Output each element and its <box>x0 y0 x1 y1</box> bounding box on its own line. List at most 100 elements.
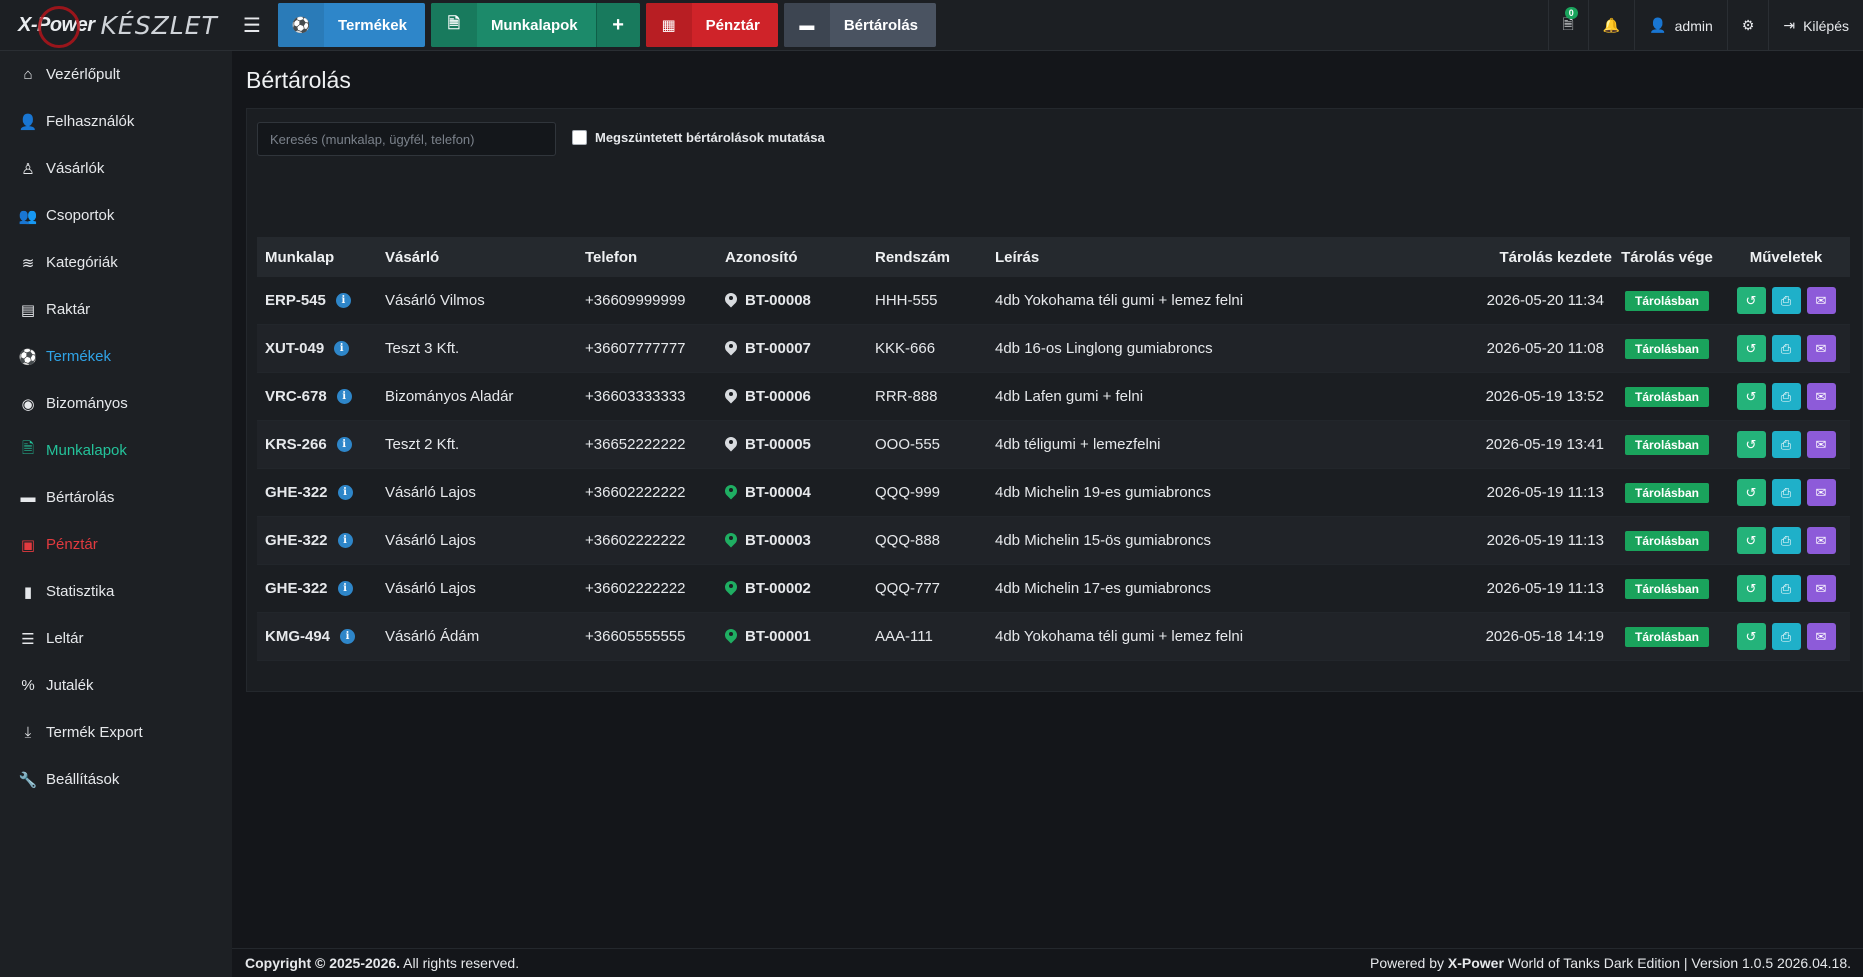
col-leiras[interactable]: Leírás <box>987 249 1457 266</box>
info-icon[interactable]: i <box>337 581 353 596</box>
sidebar-item-label: Raktár <box>46 301 91 318</box>
restore-button[interactable]: ↺ <box>1736 335 1766 362</box>
sidebar-item-6[interactable]: ⚽ Termékek <box>0 333 232 380</box>
location-pin-icon[interactable] <box>725 581 737 597</box>
info-icon[interactable]: i <box>336 437 352 452</box>
info-icon[interactable]: i <box>337 533 353 548</box>
munkalap-cell[interactable]: GHE-322 i <box>257 484 377 501</box>
email-button[interactable]: ✉ <box>1806 335 1836 362</box>
email-button[interactable]: ✉ <box>1806 527 1836 554</box>
munkalap-id[interactable]: GHE-322 <box>265 532 328 549</box>
location-pin-icon[interactable] <box>725 341 737 357</box>
restore-button[interactable]: ↺ <box>1736 383 1766 410</box>
location-pin-icon[interactable] <box>725 485 737 501</box>
info-icon[interactable]: i <box>335 293 351 308</box>
nav-bertarolas-button[interactable]: ▬ Bértárolás <box>783 3 937 47</box>
sidebar-item-3[interactable]: 👥 Csoportok <box>0 192 232 239</box>
col-telefon[interactable]: Telefon <box>577 249 717 266</box>
sidebar-item-4[interactable]: ≋ Kategóriák <box>0 239 232 286</box>
col-azonosito[interactable]: Azonosító <box>717 249 867 266</box>
print-button[interactable]: ⎙ <box>1771 575 1801 602</box>
sidebar-item-5[interactable]: ▤ Raktár <box>0 286 232 333</box>
info-icon[interactable]: i <box>334 341 350 356</box>
print-button[interactable]: ⎙ <box>1771 383 1801 410</box>
settings-button[interactable]: ⚙ <box>1726 0 1769 51</box>
email-button[interactable]: ✉ <box>1806 431 1836 458</box>
location-pin-icon[interactable] <box>725 389 737 405</box>
nav-termekek-button[interactable]: ⚽ Termékek <box>278 3 425 47</box>
vasarlo-cell: Teszt 3 Kft. <box>385 340 460 357</box>
info-icon[interactable]: i <box>337 485 353 500</box>
location-pin-icon[interactable] <box>725 293 737 309</box>
info-icon[interactable]: i <box>340 629 356 644</box>
email-button[interactable]: ✉ <box>1806 287 1836 314</box>
print-button[interactable]: ⎙ <box>1771 479 1801 506</box>
sidebar-item-9[interactable]: ▬ Bértárolás <box>0 474 232 521</box>
sidebar-item-14[interactable]: ⤓ Termék Export <box>0 709 232 756</box>
col-rendszam[interactable]: Rendszám <box>867 249 987 266</box>
location-pin-icon[interactable] <box>725 629 737 645</box>
show-terminated-toggle[interactable]: Megszüntetett bértárolások mutatása <box>572 130 825 145</box>
print-button[interactable]: ⎙ <box>1771 527 1801 554</box>
munkalap-id[interactable]: XUT-049 <box>265 340 324 357</box>
sidebar-item-0[interactable]: ⌂ Vezérlőpult <box>0 51 232 98</box>
munkalap-id[interactable]: GHE-322 <box>265 484 328 501</box>
info-icon[interactable]: i <box>336 389 352 404</box>
munkalap-id[interactable]: KRS-266 <box>265 436 327 453</box>
user-menu[interactable]: 👤 admin <box>1634 0 1727 51</box>
munkalap-id[interactable]: GHE-322 <box>265 580 328 597</box>
add-munkalap-button[interactable]: + <box>595 3 640 47</box>
location-pin-icon[interactable] <box>725 437 737 453</box>
restore-button[interactable]: ↺ <box>1736 431 1766 458</box>
show-terminated-checkbox[interactable] <box>572 130 587 145</box>
col-tarolas-vege[interactable]: Tárolás vége <box>1612 249 1722 266</box>
sidebar-item-8[interactable]: 🗎 Munkalapok <box>0 427 232 474</box>
documents-notification[interactable]: 🗎 0 <box>1547 0 1588 51</box>
munkalap-id[interactable]: KMG-494 <box>265 628 330 645</box>
vege-cell: Tárolásban <box>1612 482 1722 503</box>
munkalap-cell[interactable]: VRC-678 i <box>257 388 377 405</box>
col-tarolas-kezdete[interactable]: Tárolás kezdete <box>1457 249 1612 266</box>
print-button[interactable]: ⎙ <box>1771 287 1801 314</box>
restore-button[interactable]: ↺ <box>1736 575 1766 602</box>
nav-munkalapok-button[interactable]: 🗎 Munkalapok + <box>430 3 640 47</box>
sidebar-item-7[interactable]: ◉ Bizományos <box>0 380 232 427</box>
user-icon: 👤 <box>18 113 38 131</box>
nav-penztar-button[interactable]: ▦ Pénztár <box>645 3 778 47</box>
location-pin-icon[interactable] <box>725 533 737 549</box>
print-button[interactable]: ⎙ <box>1771 623 1801 650</box>
munkalap-cell[interactable]: GHE-322 i <box>257 580 377 597</box>
munkalap-cell[interactable]: KRS-266 i <box>257 436 377 453</box>
munkalap-id[interactable]: VRC-678 <box>265 388 327 405</box>
sidebar-item-label: Leltár <box>46 630 84 647</box>
munkalap-cell[interactable]: GHE-322 i <box>257 532 377 549</box>
munkalap-cell[interactable]: KMG-494 i <box>257 628 377 645</box>
search-input[interactable] <box>257 122 556 156</box>
sidebar-item-13[interactable]: % Jutalék <box>0 662 232 709</box>
restore-button[interactable]: ↺ <box>1736 479 1766 506</box>
sidebar-item-1[interactable]: 👤 Felhasználók <box>0 98 232 145</box>
col-munkalap[interactable]: Munkalap <box>257 249 377 266</box>
sidebar-item-15[interactable]: 🔧 Beállítások <box>0 756 232 803</box>
restore-button[interactable]: ↺ <box>1736 287 1766 314</box>
email-button[interactable]: ✉ <box>1806 383 1836 410</box>
munkalap-cell[interactable]: ERP-545 i <box>257 292 377 309</box>
restore-button[interactable]: ↺ <box>1736 623 1766 650</box>
email-button[interactable]: ✉ <box>1806 623 1836 650</box>
logout-button[interactable]: ⇥ Kilépés <box>1768 0 1863 51</box>
app-logo[interactable]: X-Power KÉSZLET <box>0 0 232 51</box>
print-button[interactable]: ⎙ <box>1771 431 1801 458</box>
menu-toggle-icon[interactable]: ☰ <box>232 0 272 51</box>
sidebar-item-10[interactable]: ▣ Pénztár <box>0 521 232 568</box>
email-button[interactable]: ✉ <box>1806 479 1836 506</box>
email-button[interactable]: ✉ <box>1806 575 1836 602</box>
bell-button[interactable]: 🔔 <box>1587 0 1634 51</box>
sidebar-item-12[interactable]: ☰ Leltár <box>0 615 232 662</box>
sidebar-item-11[interactable]: ▮ Statisztika <box>0 568 232 615</box>
sidebar-item-2[interactable]: ♙ Vásárlók <box>0 145 232 192</box>
col-vasarlo[interactable]: Vásárló <box>377 249 577 266</box>
munkalap-id[interactable]: ERP-545 <box>265 292 326 309</box>
print-button[interactable]: ⎙ <box>1771 335 1801 362</box>
munkalap-cell[interactable]: XUT-049 i <box>257 340 377 357</box>
restore-button[interactable]: ↺ <box>1736 527 1766 554</box>
